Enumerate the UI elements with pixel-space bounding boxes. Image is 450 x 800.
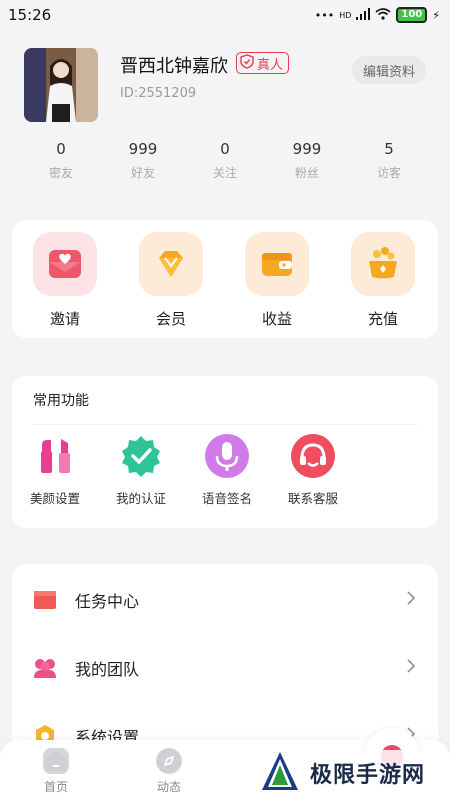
- watermark-logo-icon: [258, 749, 302, 797]
- more-dots-icon: •••: [314, 8, 335, 22]
- list-item-label: 任务中心: [75, 592, 140, 611]
- home-icon: [43, 748, 69, 774]
- recharge-button[interactable]: 充值: [330, 220, 436, 338]
- coin-pot-icon: [351, 232, 415, 296]
- stat-value: 0: [220, 140, 230, 158]
- my-verification-button[interactable]: 我的认证: [98, 432, 184, 507]
- tab-label: 动态: [156, 780, 181, 794]
- earnings-label: 收益: [261, 310, 292, 328]
- stat-label: 关注: [212, 166, 237, 180]
- common-functions-row: 美颜设置 我的认证 语音签名 联系客服: [12, 432, 356, 507]
- stat-close-friends[interactable]: 0 密友: [20, 140, 102, 181]
- stat-value: 0: [56, 140, 66, 158]
- recharge-label: 充值: [367, 310, 398, 328]
- signal-icon: [356, 7, 371, 23]
- compass-icon: [156, 748, 182, 774]
- signal-label: HD: [339, 10, 352, 20]
- common-functions-card: 常用功能 美颜设置 我的认证 语音签名 联系客服: [12, 376, 438, 528]
- stat-label: 密友: [48, 166, 73, 180]
- invite-label: 邀请: [49, 310, 80, 328]
- tab-moments[interactable]: 动态: [139, 748, 199, 795]
- divider: [33, 424, 417, 425]
- watermark: 极限手游网: [258, 750, 446, 796]
- status-bar: 15:26 ••• HD 100 ⚡: [0, 0, 450, 30]
- earnings-button[interactable]: 收益: [224, 220, 330, 338]
- profile-header: 晋西北钟嘉欣 真人 ID:2551209 编辑资料: [24, 48, 426, 124]
- stats-row: 0 密友 999 好友 0 关注 999 粉丝 5 访客: [0, 140, 450, 181]
- tab-home[interactable]: 首页: [26, 748, 86, 795]
- vip-label: 会员: [155, 310, 186, 328]
- contact-support-button[interactable]: 联系客服: [270, 432, 356, 507]
- stat-friends[interactable]: 999 好友: [102, 140, 184, 181]
- voice-signature-label: 语音签名: [201, 491, 252, 506]
- verified-badge: 真人: [236, 52, 290, 74]
- stat-following[interactable]: 0 关注: [184, 140, 266, 181]
- chevron-right-icon: [406, 658, 416, 679]
- voice-signature-button[interactable]: 语音签名: [184, 432, 270, 507]
- headset-icon: [289, 432, 337, 480]
- watermark-text: 极限手游网: [310, 762, 426, 788]
- edit-profile-button[interactable]: 编辑资料: [351, 56, 426, 84]
- contact-support-label: 联系客服: [287, 491, 338, 506]
- stat-label: 粉丝: [294, 166, 319, 180]
- shield-icon: [240, 53, 254, 73]
- beauty-settings-label: 美颜设置: [29, 491, 80, 506]
- stat-value: 999: [292, 140, 322, 158]
- stat-value: 999: [128, 140, 158, 158]
- stat-visitors[interactable]: 5 访客: [348, 140, 430, 181]
- nickname: 晋西北钟嘉欣: [120, 56, 228, 77]
- battery-icon: 100: [396, 7, 428, 23]
- avatar[interactable]: [24, 48, 98, 122]
- stat-fans[interactable]: 999 粉丝: [266, 140, 348, 181]
- microphone-icon: [203, 432, 251, 480]
- envelope-heart-icon: [33, 232, 97, 296]
- invite-button[interactable]: 邀请: [12, 220, 118, 338]
- list-item-my-team[interactable]: 我的团队: [12, 634, 438, 702]
- stat-value: 5: [384, 140, 394, 158]
- wallet-icon: [245, 232, 309, 296]
- charging-icon: ⚡: [432, 8, 440, 22]
- tab-label: 首页: [43, 780, 68, 794]
- verified-check-icon: [117, 432, 165, 480]
- status-time: 15:26: [8, 6, 52, 24]
- chevron-right-icon: [406, 590, 416, 611]
- diamond-icon: [139, 232, 203, 296]
- my-verification-label: 我的认证: [115, 491, 166, 506]
- list-item-task-center[interactable]: 任务中心: [12, 566, 438, 634]
- stat-label: 访客: [376, 166, 401, 180]
- user-id: ID:2551209: [120, 86, 197, 101]
- team-icon: [32, 655, 58, 681]
- common-functions-title: 常用功能: [33, 393, 89, 409]
- vip-button[interactable]: 会员: [118, 220, 224, 338]
- list-item-label: 我的团队: [75, 660, 140, 679]
- lipstick-icon: [31, 432, 79, 480]
- status-indicators: ••• HD 100 ⚡: [315, 7, 440, 23]
- flag-icon: [32, 587, 58, 613]
- main-actions-card: 邀请 会员 收益 充值: [12, 220, 438, 338]
- stat-label: 好友: [130, 166, 155, 180]
- verified-badge-label: 真人: [257, 57, 284, 73]
- wifi-icon: [375, 7, 391, 23]
- beauty-settings-button[interactable]: 美颜设置: [12, 432, 98, 507]
